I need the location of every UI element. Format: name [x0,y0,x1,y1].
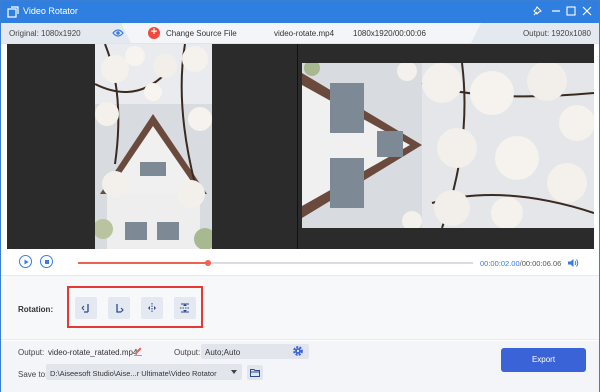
flip-horizontal-icon [148,303,156,313]
playback-bar: 00:00:02.00/00:00:06.06 [1,251,599,275]
export-button[interactable]: Export [501,348,586,372]
progress-track[interactable] [78,260,473,266]
flip-vertical-icon [180,303,190,313]
minimize-icon[interactable] [550,5,562,17]
rotate-right-button[interactable] [108,297,130,319]
folder-icon [250,369,260,377]
video-rotator-window: Video Rotator Original: 1080x1920 + Chan… [0,0,600,392]
output-name-label: Output: [18,348,45,357]
output-info-tab: Output: 1920x1080 [471,23,599,43]
maximize-icon[interactable] [565,5,577,17]
play-button[interactable] [19,255,32,268]
rotation-panel: Rotation: [1,275,599,340]
output-resolution: Output: 1920x1080 [522,29,591,38]
preview-area [7,44,594,249]
play-icon [24,259,28,264]
flip-horizontal-button[interactable] [141,297,163,319]
info-bar: Original: 1080x1920 + Change Source File… [1,23,599,44]
current-time: 00:00:02.00 [480,259,520,268]
stop-icon [44,259,49,264]
rotate-left-icon [81,304,89,313]
time-display: 00:00:02.00/00:00:06.06 [480,259,561,268]
output-format-value: Auto;Auto [205,348,241,357]
eye-icon[interactable] [112,28,124,38]
volume-icon[interactable] [567,258,579,268]
rotation-label: Rotation: [18,305,54,314]
save-path-value: D:\Aiseesoft Studio\Aise...r Ultimate\Vi… [50,369,217,378]
add-source-icon[interactable]: + [148,26,160,39]
change-source-file-button[interactable]: Change Source File [166,29,237,38]
save-path-select[interactable]: D:\Aiseesoft Studio\Aise...r Ultimate\Vi… [46,364,242,380]
output-settings: Output: video-rotate_ratated.mp4 Output:… [1,341,599,392]
output-format-label: Output: [174,348,201,357]
edit-icon[interactable] [133,346,143,356]
title-bar: Video Rotator [1,1,599,23]
rotate-left-button[interactable] [75,297,97,319]
source-resolution-duration: 1080x1920/00:00:06 [353,29,426,38]
output-file-name: video-rotate_ratated.mp4 [48,348,138,357]
original-resolution: Original: 1080x1920 [9,29,81,38]
source-file-name: video-rotate.mp4 [274,29,335,38]
flip-vertical-button[interactable] [174,297,196,319]
rotate-right-icon [116,304,124,313]
total-time: /00:00:06.06 [519,259,562,268]
close-icon[interactable] [581,5,593,17]
gear-icon[interactable] [292,345,304,357]
window-title: Video Rotator [23,6,78,16]
pin-icon[interactable] [531,5,543,17]
progress-handle[interactable] [205,260,212,266]
output-video-frame [302,63,594,228]
progress-fill [78,262,209,264]
rotation-highlight-box [67,286,203,328]
stop-button[interactable] [40,255,53,268]
original-video-frame [95,44,212,249]
original-info-tab: Original: 1080x1920 [1,23,131,43]
app-icon [7,6,19,18]
open-folder-button[interactable] [247,365,263,380]
preview-divider [297,44,298,249]
save-to-label: Save to: [18,370,48,379]
chevron-down-icon [231,370,237,374]
